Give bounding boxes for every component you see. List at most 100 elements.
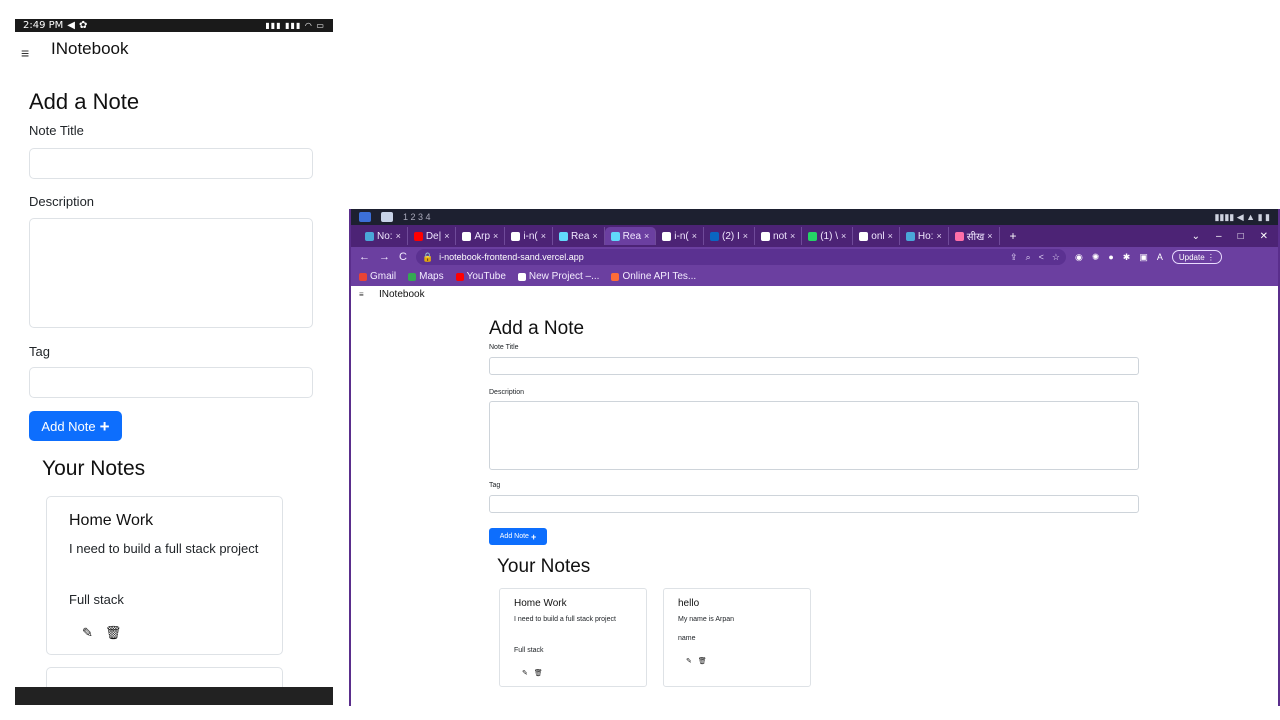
- your-notes-heading: Your Notes: [497, 556, 591, 577]
- note-title: hello: [678, 598, 700, 609]
- taskbar-app-icon[interactable]: [381, 212, 393, 222]
- bookmark-favicon-icon: [611, 272, 620, 281]
- note-description: I need to build a full stack project: [514, 616, 616, 623]
- share-icon[interactable]: <: [1039, 252, 1044, 262]
- update-button[interactable]: Update ⋮: [1171, 250, 1222, 264]
- tab-close-icon[interactable]: ×: [841, 231, 846, 241]
- workspace-numbers[interactable]: 1 2 3 4: [403, 212, 431, 222]
- browser-tab-strip: No: × De| × Arp × i-n(× Rea × Rea × i-n(× (2) I × not ×…: [351, 225, 1278, 247]
- bookmark-star-icon[interactable]: ☆: [1052, 252, 1060, 263]
- tab-close-icon[interactable]: ×: [692, 231, 697, 241]
- back-icon[interactable]: ←: [359, 251, 370, 263]
- browser-tab[interactable]: सीख ×: [949, 227, 1000, 245]
- edit-icon[interactable]: ✎: [522, 669, 528, 677]
- plus-icon: +: [530, 531, 537, 542]
- trash-icon[interactable]: 🗑: [534, 669, 543, 677]
- maximize-icon[interactable]: □: [1238, 231, 1244, 242]
- note-title-label: Note Title: [489, 344, 519, 351]
- bookmark-item[interactable]: New Project –...: [517, 271, 600, 282]
- add-note-button-label: Add Note: [41, 418, 96, 434]
- browser-tab[interactable]: Arp ×: [456, 227, 506, 245]
- browser-tab[interactable]: (2) I ×: [704, 227, 756, 245]
- note-card: Home Work I need to build a full stack p…: [46, 496, 283, 655]
- edit-icon[interactable]: ✎: [82, 625, 93, 641]
- extension-icon[interactable]: ◉: [1075, 252, 1083, 263]
- edit-icon[interactable]: ✎: [686, 657, 692, 665]
- tab-close-icon[interactable]: ×: [493, 231, 498, 241]
- tab-favicon-icon: [761, 231, 771, 241]
- screenshot-root: 2:49 PM ◀ ✿ ▮▮▮ ▮▮▮ ◠ ▭ ≡ INotebook Add …: [0, 0, 1280, 720]
- bookmark-item[interactable]: Maps: [408, 271, 444, 282]
- description-textarea[interactable]: [489, 401, 1139, 470]
- tag-label: Tag: [489, 482, 501, 489]
- add-note-button[interactable]: Add Note +: [489, 528, 547, 545]
- browser-tab[interactable]: De| ×: [408, 227, 457, 245]
- tag-input[interactable]: [489, 495, 1139, 513]
- profile-avatar[interactable]: A: [1157, 252, 1163, 262]
- note-title-input[interactable]: [489, 357, 1139, 375]
- extension-icon[interactable]: ✺: [1092, 252, 1100, 263]
- brand-name[interactable]: INotebook: [379, 289, 425, 300]
- browser-tab[interactable]: i-n(×: [656, 227, 704, 245]
- menu-icon[interactable]: ≡: [359, 290, 364, 299]
- add-note-heading: Add a Note: [489, 318, 585, 339]
- reload-icon[interactable]: C: [399, 251, 407, 263]
- taskbar-app-icon[interactable]: [359, 212, 371, 222]
- browser-tab[interactable]: i-n(×: [505, 227, 554, 245]
- tab-close-icon[interactable]: ×: [592, 231, 597, 241]
- settings-icon: ✿: [79, 20, 88, 31]
- tag-input[interactable]: [29, 367, 313, 398]
- install-icon[interactable]: ⇪: [1010, 252, 1018, 263]
- zoom-icon[interactable]: ⌕: [1026, 252, 1031, 263]
- tab-label: onl: [871, 230, 885, 242]
- add-note-button[interactable]: Add Note +: [29, 411, 122, 441]
- bookmark-item[interactable]: Online API Tes...: [611, 271, 696, 282]
- note-title-input[interactable]: [29, 148, 313, 179]
- browser-tab[interactable]: Rea ×: [553, 227, 605, 245]
- tab-search-icon[interactable]: ⌄: [1192, 231, 1200, 242]
- bookmark-label: YouTube: [466, 271, 506, 282]
- browser-tab[interactable]: not ×: [755, 227, 803, 245]
- sidepanel-icon[interactable]: ▣: [1139, 252, 1148, 263]
- tab-close-icon[interactable]: ×: [790, 231, 795, 241]
- address-bar[interactable]: 🔒 i-notebook-frontend-sand.vercel.app ⇪ …: [415, 249, 1066, 265]
- browser-tab[interactable]: (1) \ ×: [802, 227, 854, 245]
- browser-tab[interactable]: onl ×: [853, 227, 900, 245]
- bookmarks-bar: Gmail Maps YouTube New Project –... Online A…: [351, 267, 1278, 286]
- tab-close-icon[interactable]: ×: [888, 231, 893, 241]
- description-textarea[interactable]: [29, 218, 313, 328]
- new-tab-button[interactable]: +: [1000, 229, 1027, 243]
- desktop-browser: 1 2 3 4 ▮▮▮▮ ◀ ▲ ▮ ▮ No: × De| × Arp × i-n(× Re…: [349, 209, 1280, 706]
- tab-close-icon[interactable]: ×: [987, 231, 992, 241]
- close-window-icon[interactable]: ✕: [1260, 231, 1268, 242]
- tab-close-icon[interactable]: ×: [936, 231, 941, 241]
- plus-icon: +: [99, 416, 110, 436]
- trash-icon[interactable]: 🗑: [105, 625, 122, 641]
- menu-icon[interactable]: ≡: [21, 46, 35, 60]
- tab-label: De|: [425, 230, 442, 242]
- bookmark-label: New Project –...: [528, 271, 600, 282]
- brand-name[interactable]: INotebook: [51, 39, 129, 59]
- phone-status-bar: 2:49 PM ◀ ✿ ▮▮▮ ▮▮▮ ◠ ▭: [15, 19, 333, 32]
- tab-close-icon[interactable]: ×: [444, 231, 449, 241]
- bookmark-item[interactable]: Gmail: [359, 271, 396, 282]
- note-tag: Full stack: [514, 647, 544, 654]
- forward-icon[interactable]: →: [379, 251, 390, 263]
- browser-tab[interactable]: Rea ×: [604, 227, 657, 245]
- tab-label: not: [773, 230, 787, 242]
- tab-close-icon[interactable]: ×: [644, 231, 649, 241]
- status-time: 2:49 PM: [23, 20, 64, 31]
- tab-close-icon[interactable]: ×: [541, 231, 546, 241]
- extension-icon[interactable]: ●: [1108, 252, 1113, 262]
- minimize-icon[interactable]: –: [1216, 231, 1222, 242]
- bookmark-item[interactable]: YouTube: [455, 271, 506, 282]
- browser-tab[interactable]: No: ×: [359, 227, 408, 245]
- note-description: I need to build a full stack project: [69, 541, 259, 556]
- tab-close-icon[interactable]: ×: [396, 231, 401, 241]
- trash-icon[interactable]: 🗑: [698, 657, 707, 665]
- puzzle-icon[interactable]: ✱: [1123, 252, 1131, 263]
- tab-close-icon[interactable]: ×: [743, 231, 748, 241]
- system-tray[interactable]: ▮▮▮▮ ◀ ▲ ▮ ▮: [1214, 212, 1270, 223]
- browser-tab[interactable]: Ho: ×: [900, 227, 949, 245]
- url-text: i-notebook-frontend-sand.vercel.app: [439, 252, 584, 262]
